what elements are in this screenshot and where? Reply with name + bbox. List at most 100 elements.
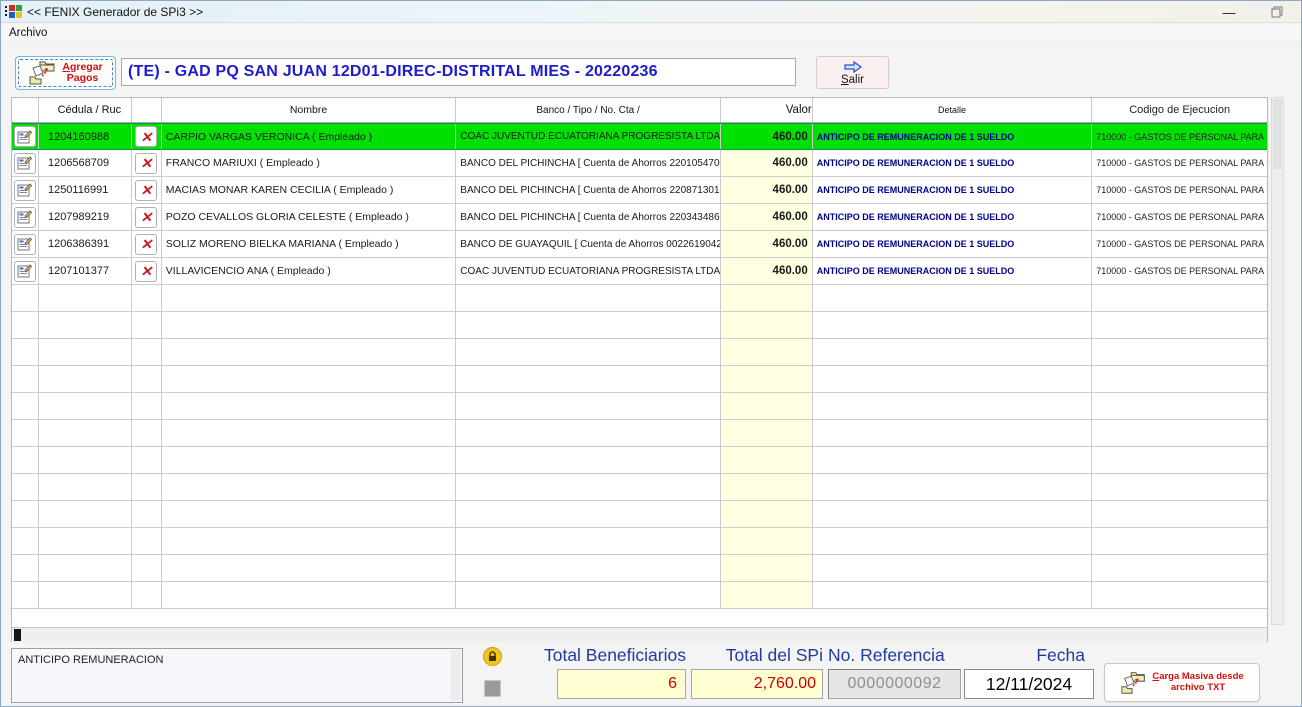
table-row[interactable]: 1204160988✕CARPIO VARGAS VERONICA ( Empl… [12, 123, 1267, 150]
memo-text: ANTICIPO REMUNERACION [18, 654, 163, 666]
empty-cell [12, 555, 39, 581]
minimize-button[interactable]: — [1209, 1, 1249, 23]
agregar-pagos-button[interactable]: Agregar Pagos [15, 56, 116, 90]
restore-button[interactable] [1257, 1, 1297, 23]
delete-row-button[interactable]: ✕ [135, 234, 157, 255]
empty-table-row[interactable] [12, 474, 1267, 501]
empty-table-row[interactable] [12, 285, 1267, 312]
table-row[interactable]: 1250116991✕MACIAS MONAR KAREN CECILIA ( … [12, 177, 1267, 204]
delete-row-button[interactable]: ✕ [135, 126, 157, 147]
vertical-scrollbar-thumb[interactable] [1273, 99, 1282, 169]
window-title: << FENIX Generador de SPi3 >> [27, 5, 203, 19]
empty-cell [39, 393, 132, 419]
empty-table-row[interactable] [12, 528, 1267, 555]
add-payments-folder-icon [28, 60, 58, 86]
total-spi-field[interactable]: 2,760.00 [691, 669, 823, 699]
table-row[interactable]: 1207989219✕POZO CEVALLOS GLORIA CELESTE … [12, 204, 1267, 231]
status-indicator-square [484, 680, 501, 697]
exit-arrow-icon [842, 60, 864, 74]
total-beneficiarios-field[interactable]: 6 [557, 669, 686, 699]
empty-cell [162, 474, 457, 500]
carga-masiva-button[interactable]: Carga Masiva desde archivo TXT [1104, 663, 1260, 702]
banco-cell: COAC JUVENTUD ECUATORIANA PROGRESISTA LT… [456, 124, 721, 149]
edit-cell [12, 177, 39, 203]
empty-cell [456, 420, 721, 446]
empty-table-row[interactable] [12, 393, 1267, 420]
empty-cell [162, 285, 457, 311]
empty-cell [721, 339, 813, 365]
table-row[interactable]: 1206568709✕FRANCO MARIUXI ( Empleado )BA… [12, 150, 1267, 177]
nombre-cell: CARPIO VARGAS VERONICA ( Empleado ) [162, 124, 457, 149]
empty-table-row[interactable] [12, 339, 1267, 366]
edit-row-button[interactable] [14, 153, 36, 174]
empty-cell [39, 285, 132, 311]
empty-cell [1092, 393, 1267, 419]
edit-row-button[interactable] [14, 261, 36, 282]
valor-cell: 460.00 [721, 124, 813, 149]
horizontal-scrollbar-thumb[interactable] [14, 629, 21, 641]
empty-cell [39, 474, 132, 500]
empty-cell [132, 393, 162, 419]
empty-cell [721, 312, 813, 338]
horizontal-scrollbar[interactable] [12, 627, 1267, 642]
edit-row-button[interactable] [14, 234, 36, 255]
empty-cell [12, 393, 39, 419]
empty-cell [813, 366, 1093, 392]
empty-cell [132, 501, 162, 527]
empty-cell [813, 528, 1093, 554]
empty-cell [132, 447, 162, 473]
empty-table-row[interactable] [12, 582, 1267, 609]
concept-memo-field[interactable]: ANTICIPO REMUNERACION [11, 648, 463, 703]
empty-table-row[interactable] [12, 501, 1267, 528]
header-edit-col [12, 98, 39, 122]
delete-x-icon: ✕ [140, 264, 152, 278]
total-beneficiarios-label: Total Beneficiarios [501, 645, 686, 666]
empty-cell [1092, 339, 1267, 365]
menu-archivo[interactable]: Archivo [1, 26, 55, 40]
delete-x-icon: ✕ [140, 210, 152, 224]
empty-cell [132, 474, 162, 500]
empty-table-row[interactable] [12, 366, 1267, 393]
empty-table-row[interactable] [12, 420, 1267, 447]
valor-cell: 460.00 [721, 204, 813, 230]
header-valor: Valor [721, 98, 813, 122]
entity-title-input[interactable] [121, 58, 796, 86]
empty-table-row[interactable] [12, 555, 1267, 582]
empty-cell [456, 501, 721, 527]
empty-cell [721, 366, 813, 392]
delete-row-button[interactable]: ✕ [135, 180, 157, 201]
header-delete-col [132, 98, 162, 122]
header-cedula: Cédula / Ruc [39, 98, 132, 122]
edit-row-button[interactable] [14, 126, 36, 147]
memo-scrollbar[interactable] [450, 650, 461, 701]
empty-cell [39, 366, 132, 392]
empty-table-row[interactable] [12, 312, 1267, 339]
empty-cell [1092, 474, 1267, 500]
delete-row-button[interactable]: ✕ [135, 153, 157, 174]
detalle-cell: ANTICIPO DE REMUNERACION DE 1 SUELDO [813, 150, 1093, 176]
empty-cell [162, 312, 457, 338]
empty-cell [39, 447, 132, 473]
lock-icon[interactable] [483, 647, 502, 666]
delete-row-button[interactable]: ✕ [135, 261, 157, 282]
fecha-field[interactable]: 12/11/2024 [964, 669, 1094, 699]
empty-cell [1092, 447, 1267, 473]
empty-cell [1092, 366, 1267, 392]
empty-cell [12, 366, 39, 392]
empty-cell [721, 474, 813, 500]
edit-row-button[interactable] [14, 207, 36, 228]
salir-button[interactable]: Salir [816, 56, 889, 89]
vertical-scrollbar[interactable] [1271, 97, 1284, 625]
empty-table-row[interactable] [12, 447, 1267, 474]
valor-cell: 460.00 [721, 258, 813, 284]
delete-row-button[interactable]: ✕ [135, 207, 157, 228]
table-row[interactable]: 1207101377✕VILLAVICENCIO ANA ( Empleado … [12, 258, 1267, 285]
cedula-cell: 1207101377 [39, 258, 132, 284]
banco-cell: BANCO DEL PICHINCHA [ Cuenta de Ahorros … [456, 204, 721, 230]
payments-table: Cédula / Ruc Nombre Banco / Tipo / No. C… [11, 97, 1268, 642]
edit-row-button[interactable] [14, 180, 36, 201]
nombre-cell: MACIAS MONAR KAREN CECILIA ( Empleado ) [162, 177, 457, 203]
table-row[interactable]: 1206386391✕SOLIZ MORENO BIELKA MARIANA (… [12, 231, 1267, 258]
empty-cell [1092, 420, 1267, 446]
empty-cell [132, 366, 162, 392]
